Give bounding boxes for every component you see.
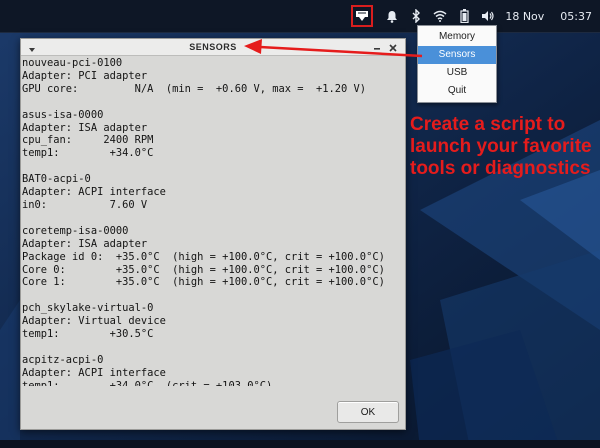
screen: 18 Nov 05:37 SENSORS nouveau-pci-0100 Ad… [0, 0, 600, 448]
annotation-text: Create a script to launch your favorite … [410, 114, 592, 179]
annotation-arrow [244, 39, 423, 58]
bottom-edge [0, 440, 600, 448]
